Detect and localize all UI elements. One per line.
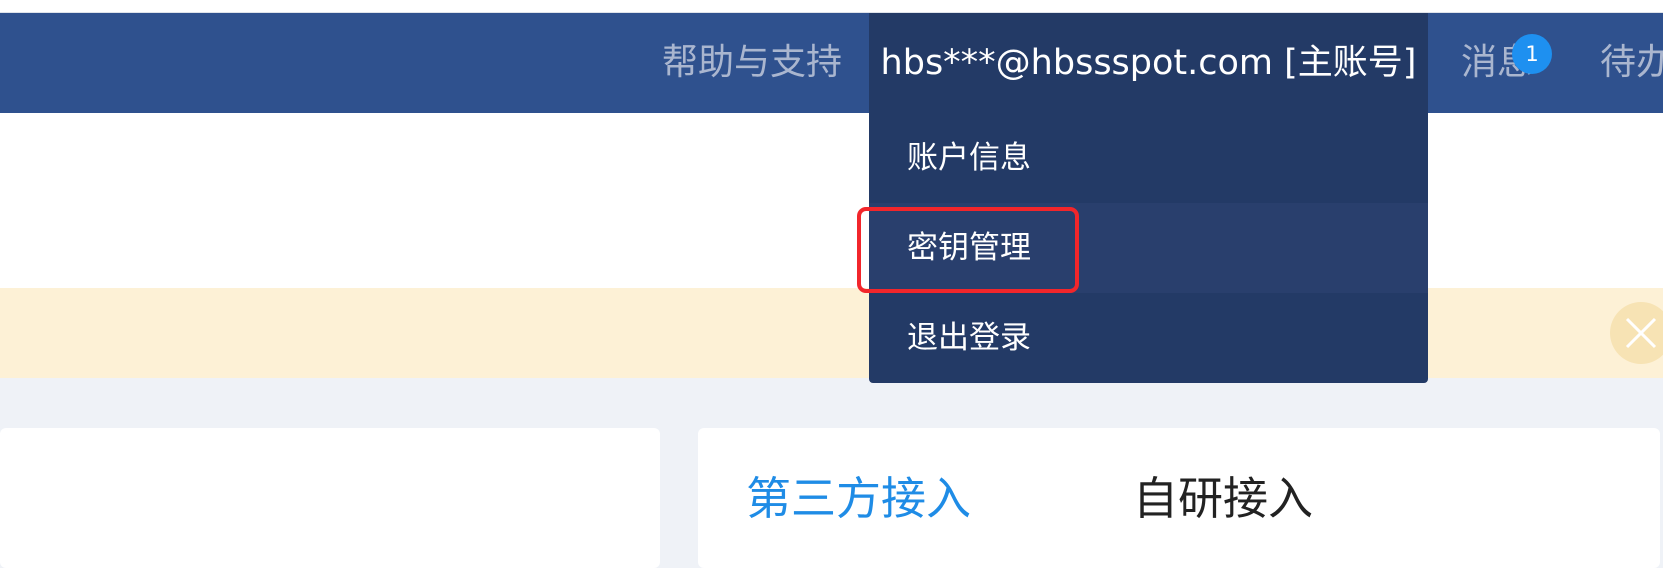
- content-card-left: [0, 428, 660, 568]
- nav-help-support[interactable]: 帮助与支持: [662, 13, 842, 113]
- menu-item-account-info[interactable]: 账户信息: [869, 113, 1428, 203]
- tab-third-party-access[interactable]: 第三方接入: [746, 462, 971, 527]
- top-nav-bar: 帮助与支持 hbs***@hbssspot.com [主账号] 消息 1 待办: [0, 13, 1663, 113]
- nav-todo[interactable]: 待办: [1600, 13, 1663, 113]
- message-count-badge: 1: [1512, 34, 1552, 74]
- menu-item-logout[interactable]: 退出登录: [869, 293, 1428, 383]
- browser-top-strip: [0, 0, 1663, 13]
- close-icon: [1625, 317, 1657, 349]
- highlight-annotation-box: [857, 207, 1079, 293]
- notice-close-button[interactable]: [1610, 302, 1663, 364]
- nav-account-menu[interactable]: hbs***@hbssspot.com [主账号]: [869, 13, 1428, 113]
- tab-self-developed-access[interactable]: 自研接入: [1133, 462, 1313, 527]
